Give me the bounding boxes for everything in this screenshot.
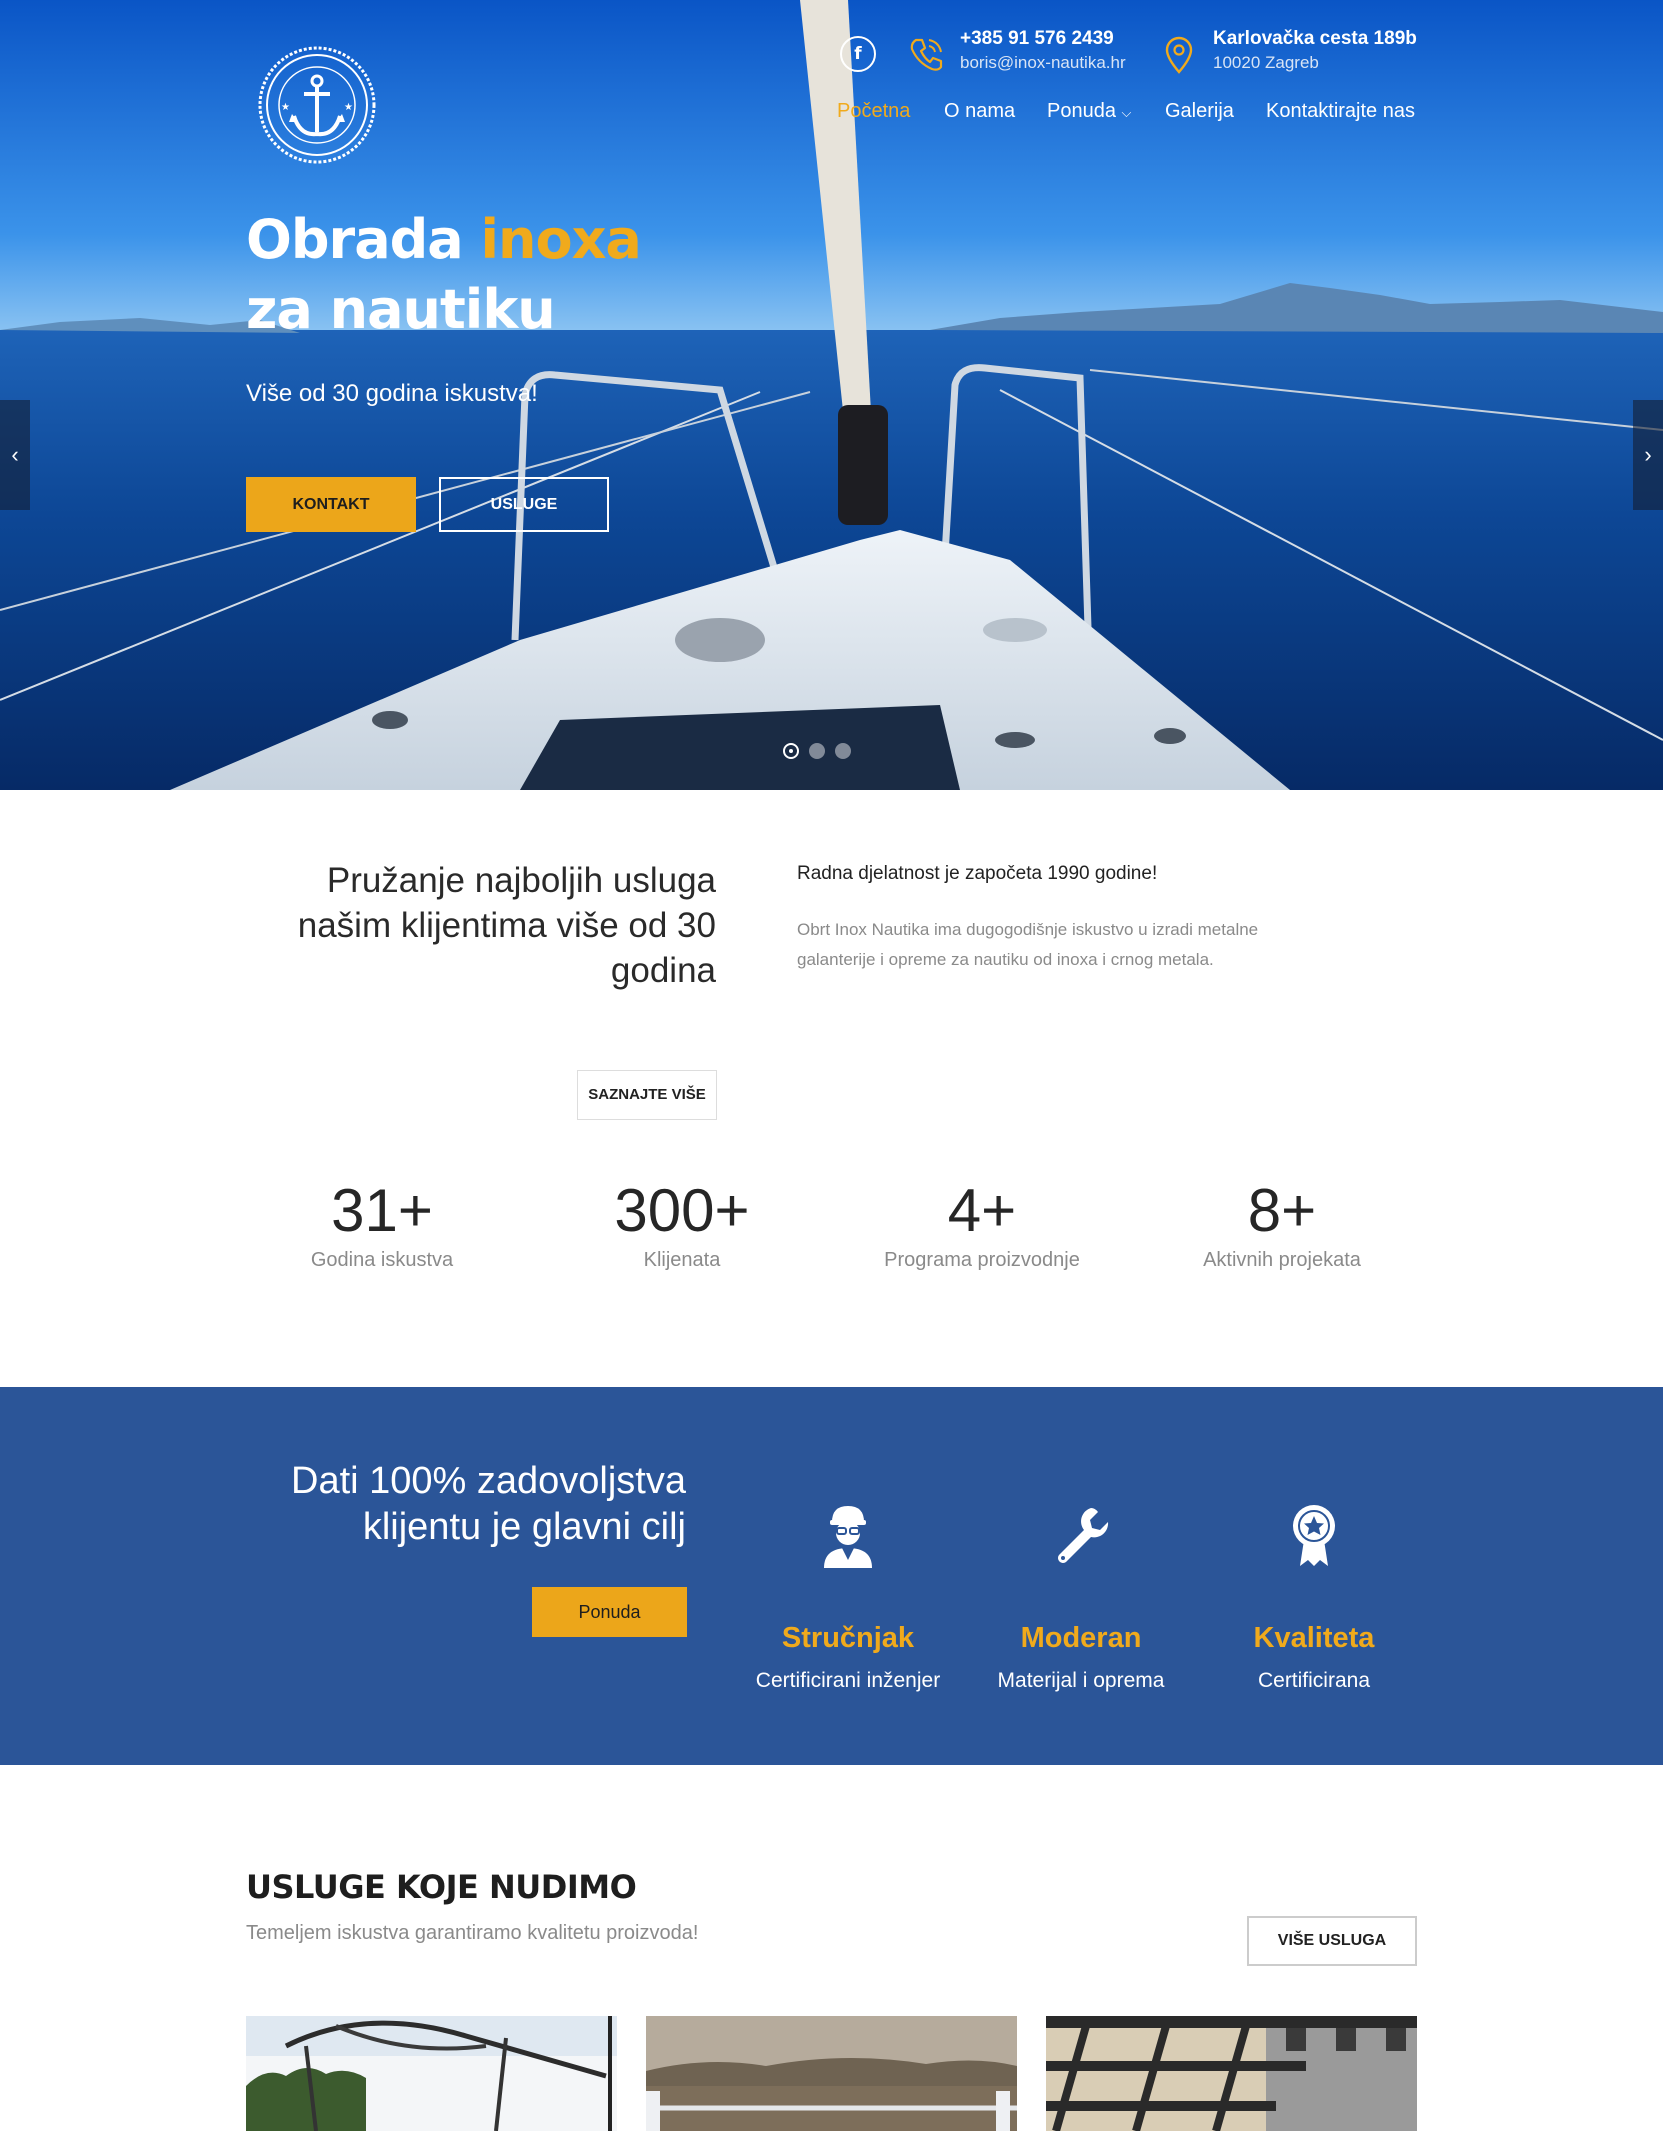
svg-text:★: ★ [344,102,353,113]
nav-item-pocetna[interactable]: Početna [837,100,910,123]
slider-dot-2[interactable] [809,743,825,759]
hero-subtitle: Više od 30 godina iskustva! [246,380,538,407]
hero-title-highlight: inoxa [480,208,642,271]
slider-dot-3[interactable] [835,743,851,759]
address-block: Karlovačka cesta 189b 10020 Zagreb [1213,28,1417,73]
service-card-3[interactable] [1046,2016,1417,2131]
stat-programs: 4+ Programa proizvodnje [832,1175,1132,1272]
address-street: Karlovačka cesta 189b [1213,28,1417,49]
intro-text: Obrt Inox Nautika ima dugogodišnje iskus… [797,920,1259,969]
service-image-railing [646,2016,1017,2131]
kontakt-button[interactable]: KONTAKT [246,477,416,532]
saznajte-vise-button[interactable]: SAZNAJTE VIŠE [577,1070,717,1120]
hero-slider: ★ ★ f +385 91 576 2439 boris@inox-nautik… [0,0,1663,790]
feature-subtitle: Certificirana [1257,1669,1371,1692]
stat-years: 31+ Godina iskustva [232,1175,532,1272]
services-subtitle: Temeljem iskustva garantiramo kvalitetu … [246,1922,699,1944]
feature-quality: Kvaliteta Certificirana [1199,1500,1429,1693]
stat-value: 31+ [331,1177,433,1244]
phone-number[interactable]: +385 91 576 2439 [960,28,1126,50]
chevron-down-icon: ⌵ [1121,105,1132,120]
feature-subtitle: Certificirani inženjer [755,1669,941,1692]
feature-subtitle: Materijal i oprema [997,1669,1165,1692]
nav-item-ponuda[interactable]: Ponuda ⌵ [1047,100,1131,123]
usluge-button[interactable]: USLUGE [439,477,609,532]
ponuda-button[interactable]: Ponuda [532,1587,687,1637]
feature-modern: Moderan Materijal i oprema [966,1500,1196,1693]
nav-item-o-nama[interactable]: O nama [944,100,1015,123]
service-card-2[interactable] [646,2016,1017,2131]
stat-label: Aktivnih projekata [1203,1249,1361,1271]
nav-item-galerija[interactable]: Galerija [1165,100,1234,123]
contact-phone-block: +385 91 576 2439 boris@inox-nautika.hr [960,28,1126,73]
hero-title-line2: za nautiku [246,278,556,341]
vise-usluga-button[interactable]: VIŠE USLUGA [1247,1916,1417,1966]
feature-title: Moderan [1020,1622,1142,1654]
stat-value: 300+ [614,1177,750,1244]
intro-heading: Pružanje najboljih usluga našim klijenti… [297,861,716,990]
slider-next-arrow-icon[interactable]: › [1633,400,1663,510]
facebook-icon: f [854,44,862,64]
hero-title-part1: Obrada [246,208,481,271]
service-card-1[interactable] [246,2016,617,2131]
nav-item-kontaktirajte-nas[interactable]: Kontaktirajte nas [1266,100,1415,123]
hero-title: Obrada inoxa za nautiku [246,205,642,345]
stat-label: Klijenata [643,1249,721,1271]
feature-expert: Stručnjak Certificirani inženjer [733,1500,963,1693]
services-title: USLUGE KOJE NUDIMO [246,1868,637,1906]
wrench-icon [1058,1508,1109,1563]
svg-text:★: ★ [281,102,290,113]
address-city: 10020 Zagreb [1213,53,1319,72]
service-image-frame [246,2016,617,2131]
award-badge-icon [1293,1505,1335,1566]
facebook-button[interactable]: f [840,36,876,72]
location-pin-icon [1165,36,1193,74]
stat-value: 8+ [1247,1177,1317,1244]
feature-title: Kvaliteta [1253,1622,1375,1654]
stat-projects: 8+ Aktivnih projekata [1132,1175,1432,1272]
stat-clients: 300+ Klijenata [532,1175,832,1272]
slider-dot-1[interactable] [783,743,799,759]
stat-label: Godina iskustva [310,1249,454,1271]
inox-nautika-logo[interactable]: ★ ★ [256,44,378,166]
engineer-icon [824,1506,872,1568]
slider-prev-arrow-icon[interactable]: ‹ [0,400,30,510]
email-address[interactable]: boris@inox-nautika.hr [960,53,1126,73]
feature-title: Stručnjak [781,1622,915,1654]
service-image-pergola [1046,2016,1417,2131]
nav-item-ponuda-label: Ponuda [1047,100,1116,122]
stat-label: Programa proizvodnje [884,1249,1080,1271]
stat-value: 4+ [947,1177,1017,1244]
phone-icon [910,38,943,71]
intro-subheading: Radna djelatnost je započeta 1990 godine… [797,863,1158,884]
banner-title: Dati 100% zadovoljstva klijentu je glavn… [291,1460,686,1548]
